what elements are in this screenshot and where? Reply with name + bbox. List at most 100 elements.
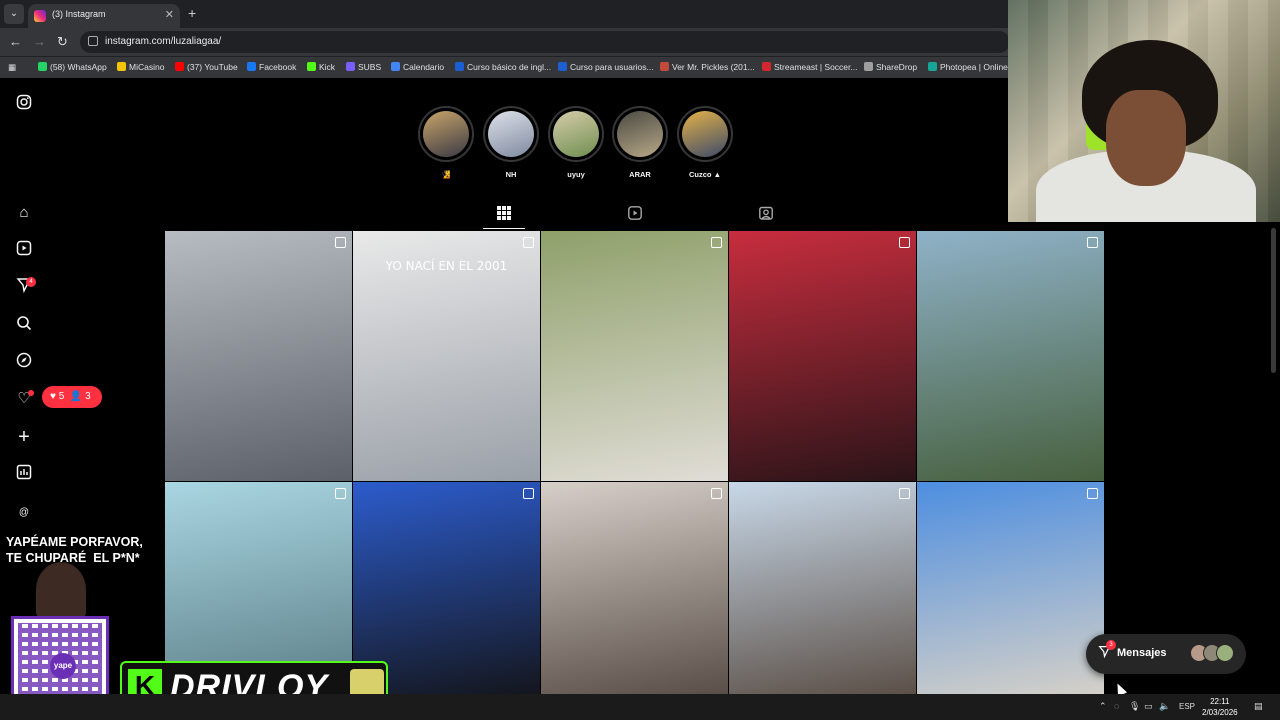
highlight-ring: [418, 106, 474, 162]
reels-icon[interactable]: [14, 240, 34, 260]
story-highlight[interactable]: uyuy: [548, 106, 604, 179]
story-highlight[interactable]: Cuzco ▲: [677, 106, 733, 179]
bookmark-item[interactable]: MiCasino: [117, 62, 164, 72]
highlight-cover-image: [488, 111, 534, 157]
carousel-icon: [711, 237, 722, 248]
bookmark-item[interactable]: (37) YouTube: [175, 62, 238, 72]
microphone-icon[interactable]: 🎙: [1129, 701, 1140, 712]
post-thumbnail[interactable]: [165, 231, 352, 481]
yape-logo: yape: [50, 653, 76, 679]
bookmark-label: Curso básico de ingl...: [467, 62, 552, 72]
tray-expand-icon[interactable]: ⌃: [1099, 701, 1107, 712]
bookmark-label: (37) YouTube: [187, 62, 238, 72]
dashboard-icon[interactable]: [14, 464, 34, 484]
post-thumbnail[interactable]: [917, 231, 1104, 481]
post-thumbnail[interactable]: [917, 482, 1104, 694]
home-icon[interactable]: ⌂: [14, 203, 34, 223]
back-arrow-icon[interactable]: ←: [9, 34, 22, 49]
site-info-icon[interactable]: [88, 36, 98, 46]
new-tab-button[interactable]: +: [188, 5, 196, 21]
page-scrollbar[interactable]: [1271, 228, 1276, 373]
bookmark-item[interactable]: Curso básico de ingl...: [455, 62, 551, 72]
bookmark-favicon-icon: [391, 62, 400, 71]
highlight-label: 🧏: [441, 170, 451, 179]
network-icon[interactable]: ◌: [1114, 701, 1119, 711]
followers-person-icon: 👤: [69, 391, 83, 402]
highlight-label: uyuy: [567, 170, 585, 179]
bookmark-item[interactable]: Kick: [307, 62, 335, 72]
clock-date: 2/03/2026: [1202, 708, 1238, 717]
bookmark-label: ShareDrop: [876, 62, 918, 72]
bookmark-item[interactable]: Photopea | Online: [928, 62, 1008, 72]
highlight-cover-image: [682, 111, 728, 157]
address-bar[interactable]: instagram.com/luzaliagaa/: [80, 31, 1010, 53]
volume-icon[interactable]: 🔈: [1159, 701, 1170, 712]
tab-search-button[interactable]: ⌄: [4, 4, 24, 24]
threads-icon[interactable]: @: [14, 503, 34, 523]
bookmark-favicon-icon: [558, 62, 567, 71]
notifications-badge: 4: [26, 277, 36, 287]
highlight-label: NH: [505, 170, 517, 179]
post-thumbnail[interactable]: [729, 482, 916, 694]
browser-tab-instagram[interactable]: (3) Instagram ✕: [28, 4, 180, 28]
url-text: instagram.com/luzaliagaa/: [105, 36, 222, 47]
forward-arrow-icon[interactable]: →: [33, 34, 46, 49]
bookmark-label: SUBS: [358, 62, 382, 72]
story-highlight[interactable]: NH: [483, 106, 539, 179]
bookmark-item[interactable]: Curso para usuarios...: [558, 62, 654, 72]
instagram-logo-icon[interactable]: [14, 94, 34, 114]
messages-label: Mensajes: [1117, 647, 1167, 659]
bookmark-label: (58) WhatsApp: [50, 62, 107, 72]
bookmark-item[interactable]: Streameast | Soccer...: [762, 62, 857, 72]
bookmark-label: Kick: [319, 62, 336, 72]
bookmark-item[interactable]: (58) WhatsApp: [38, 62, 107, 72]
highlight-label: Cuzco ▲: [688, 170, 721, 179]
system-clock[interactable]: 22:11 2/03/2026: [1202, 696, 1238, 718]
bookmark-label: Photopea | Online: [940, 62, 1008, 72]
post-thumbnail[interactable]: [729, 231, 916, 481]
post-thumbnail[interactable]: [541, 482, 728, 694]
post-thumbnail[interactable]: [541, 231, 728, 481]
story-highlight[interactable]: 🧏: [418, 106, 474, 179]
avatar: [1216, 644, 1234, 662]
carousel-icon: [899, 488, 910, 499]
bookmark-item[interactable]: SUBS: [346, 62, 381, 72]
bookmark-item[interactable]: ShareDrop: [864, 62, 917, 72]
reels-tab-icon[interactable]: [628, 206, 642, 220]
explore-icon[interactable]: [14, 352, 34, 372]
bookmark-item[interactable]: Facebook: [247, 62, 296, 72]
create-plus-icon[interactable]: +: [14, 427, 34, 447]
bookmark-item[interactable]: Calendario: [391, 62, 444, 72]
bookmark-favicon-icon: [864, 62, 873, 71]
highlight-ring: [612, 106, 668, 162]
apps-grid-icon[interactable]: ▦: [8, 62, 16, 73]
bookmark-item[interactable]: Ver Mr. Pickles (201...: [660, 62, 755, 72]
carousel-icon: [523, 488, 534, 499]
reload-icon[interactable]: ↻: [57, 34, 68, 50]
bookmark-favicon-icon: [175, 62, 184, 71]
active-tab-indicator: [483, 228, 525, 229]
highlight-label: ARAR: [629, 170, 651, 179]
bookmark-favicon-icon: [346, 62, 355, 71]
likes-heart-icon: ♥: [50, 391, 56, 402]
tagged-tab-icon[interactable]: [759, 206, 773, 220]
language-indicator[interactable]: ESP: [1179, 702, 1195, 711]
webcam-face: [1106, 90, 1186, 186]
search-icon[interactable]: [14, 315, 34, 335]
notification-center-icon[interactable]: ▤: [1254, 701, 1263, 712]
messages-button[interactable]: 3 Mensajes: [1086, 634, 1246, 674]
bookmark-favicon-icon: [307, 62, 316, 71]
activity-popup[interactable]: ♥ 5 👤 3: [42, 386, 102, 408]
reel-icon: [523, 237, 534, 248]
carousel-icon: [335, 488, 346, 499]
carousel-icon: [1087, 488, 1098, 499]
posts-grid-tab-icon[interactable]: [497, 206, 511, 220]
display-icon[interactable]: ▭: [1144, 701, 1153, 712]
story-highlight[interactable]: ARAR: [612, 106, 668, 179]
post-thumbnail[interactable]: YO NACÍ EN EL 2001: [353, 231, 540, 481]
overlay-person-image: [36, 562, 86, 618]
highlight-ring: [548, 106, 604, 162]
tab-close-icon[interactable]: ✕: [165, 8, 174, 21]
highlight-cover-image: [423, 111, 469, 157]
tab-title: (3) Instagram: [52, 9, 106, 19]
